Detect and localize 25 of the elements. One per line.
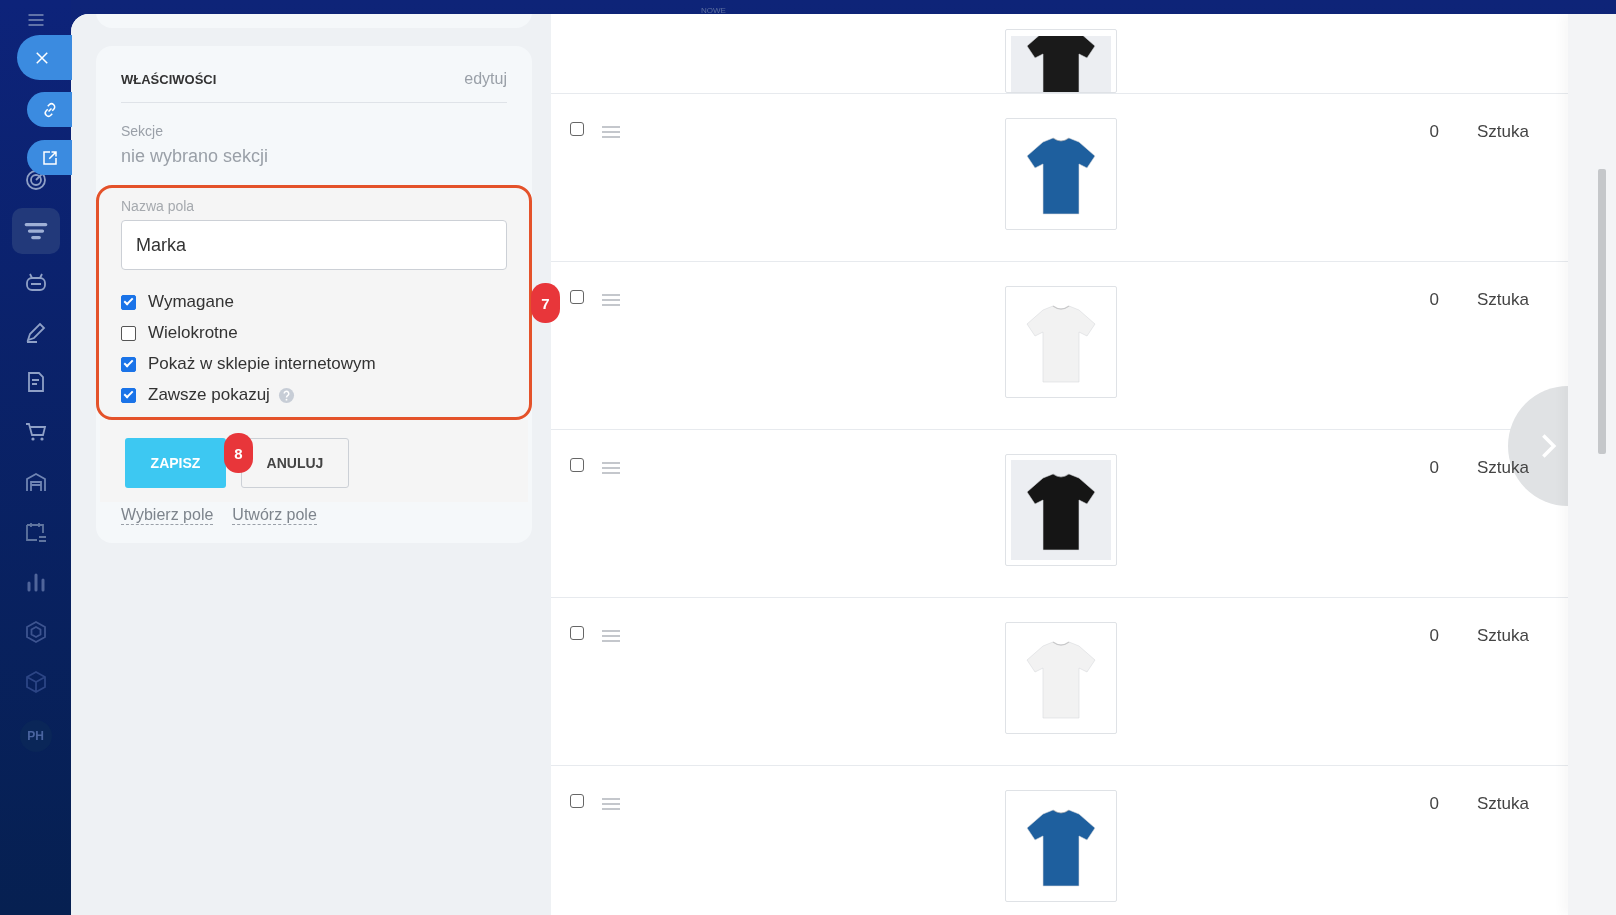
checkbox-label[interactable]: Pokaż w sklepie internetowym	[148, 354, 376, 374]
cancel-button[interactable]: ANULUJ	[241, 438, 349, 488]
checkbox-label[interactable]: Zawsze pokazuj	[148, 385, 270, 405]
link[interactable]: Wybierz pole	[121, 506, 214, 525]
callout-badge: 8	[224, 433, 253, 473]
unit: Sztuka	[1477, 626, 1529, 645]
input-field[interactable]: Marka	[121, 220, 507, 270]
quantity: 0	[1429, 290, 1439, 309]
field-value: nie wybrano sekcji	[121, 146, 270, 167]
unit: Sztuka	[1477, 290, 1529, 309]
checkbox-label[interactable]: Wymagane	[148, 292, 234, 312]
quantity: 0	[1429, 122, 1439, 141]
unit: Sztuka	[1477, 794, 1529, 813]
quantity: 0	[1429, 626, 1439, 645]
quantity: 0	[1429, 458, 1439, 477]
field-label: Nazwa pola	[121, 198, 196, 214]
top-bar-label: NOWE	[701, 5, 726, 14]
unit: Sztuka	[1477, 122, 1529, 141]
callout-badge: 7	[531, 283, 560, 323]
card-title: WŁAŚCIWOŚCI	[121, 71, 217, 87]
unit: Sztuka	[1477, 458, 1529, 477]
checkbox-label[interactable]: Wielokrotne	[148, 323, 238, 343]
link[interactable]: Utwórz pole	[232, 506, 317, 525]
quantity: 0	[1429, 794, 1439, 813]
field-label: Sekcje	[121, 123, 165, 139]
